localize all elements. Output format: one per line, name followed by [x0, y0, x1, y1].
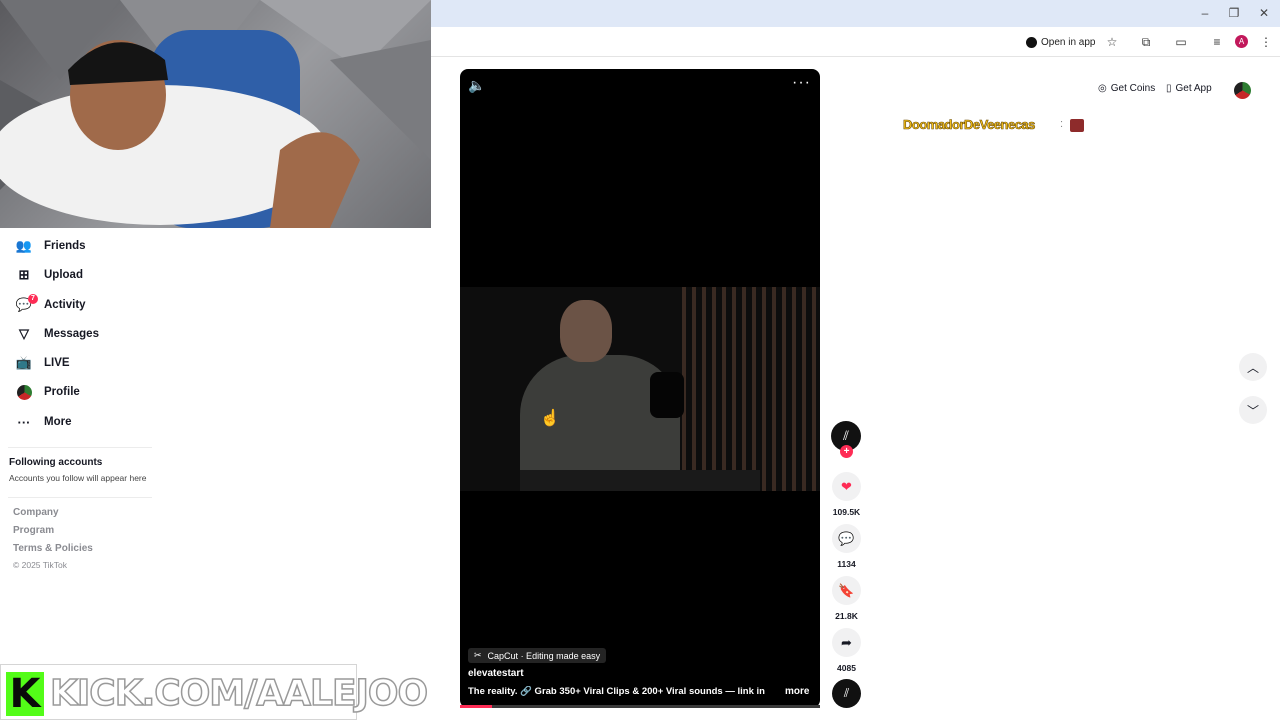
like-button[interactable]: ❤: [832, 472, 861, 501]
footer-link-program[interactable]: Program: [13, 525, 54, 536]
get-coins-button[interactable]: ◎ Get Coins: [1098, 83, 1155, 94]
phone-icon: ▯: [1166, 83, 1172, 94]
open-in-app-label: Open in app: [1041, 36, 1096, 48]
video-author[interactable]: elevatestart: [468, 668, 524, 679]
open-in-app-button[interactable]: Open in app: [1026, 34, 1096, 50]
music-disc-icon[interactable]: ⫽: [832, 679, 861, 708]
more-dots-icon: ···: [17, 414, 31, 430]
hand-cursor-icon: ☝: [540, 410, 560, 427]
sidebar-item-upload[interactable]: ⊞ Upload: [16, 264, 83, 286]
follow-plus-button[interactable]: +: [840, 445, 853, 458]
profile-avatar-icon: [16, 384, 32, 400]
kick-logo: K: [6, 672, 44, 716]
sidebar-item-label: Friends: [44, 240, 86, 252]
following-accounts-subtitle: Accounts you follow will appear here: [9, 473, 147, 483]
sidebar-item-more[interactable]: ··· More: [16, 411, 72, 433]
minimize-button[interactable]: –: [1196, 6, 1214, 20]
video-person-head: [560, 300, 612, 362]
bookmark-count: 21.8K: [835, 611, 858, 621]
get-coins-label: Get Coins: [1110, 83, 1156, 94]
bookmark-icon: 🔖: [838, 582, 855, 598]
footer-link-company[interactable]: Company: [13, 507, 59, 518]
tiktok-logo-icon: [1026, 36, 1037, 48]
sidebar-item-live[interactable]: 📺 LIVE: [16, 352, 70, 374]
heart-icon: ❤: [841, 478, 852, 494]
sidebar-item-label: Messages: [44, 328, 99, 340]
capcut-tag[interactable]: ✂ CapCut · Editing made easy: [468, 648, 607, 663]
browser-title-bar: [430, 0, 1280, 27]
share-count: 4085: [837, 663, 856, 673]
sidebar-item-label: LIVE: [44, 357, 70, 369]
comment-count: 1134: [837, 559, 856, 569]
next-video-button[interactable]: ﹀: [1239, 396, 1267, 424]
user-avatar[interactable]: [1234, 82, 1251, 99]
friends-icon: 👥: [15, 238, 33, 253]
chevron-down-icon: ﹀: [1246, 403, 1259, 418]
restore-button[interactable]: ❐: [1225, 6, 1243, 20]
bookmark-button[interactable]: 🔖: [832, 576, 861, 605]
sidebar-item-label: More: [44, 416, 72, 428]
video-desk: [520, 470, 760, 491]
webcam-overlay: [0, 0, 431, 228]
share-arrow-icon: ➦: [841, 634, 852, 650]
webcam-scene: [0, 0, 431, 228]
sidebar-item-activity[interactable]: 💬 Activity: [16, 294, 86, 316]
comment-button[interactable]: 💬: [832, 524, 861, 553]
footer-link-terms[interactable]: Terms & Policies: [13, 543, 93, 554]
extensions-icon[interactable]: ⧉: [1137, 33, 1155, 51]
like-count: 109.5K: [832, 507, 861, 517]
sidebar-item-profile[interactable]: Profile: [16, 381, 80, 403]
donor-name-overlay: DoomadorDeVeenecas: [903, 117, 1036, 133]
caption-more-button[interactable]: more: [785, 686, 809, 697]
comment-icon: 💬: [838, 530, 855, 546]
cast-icon[interactable]: ▭: [1172, 33, 1190, 51]
sidebar-item-label: Upload: [44, 269, 83, 281]
get-app-button[interactable]: ▯ Get App: [1166, 83, 1212, 94]
browser-profile-avatar[interactable]: A: [1235, 35, 1248, 48]
video-progress-track[interactable]: [460, 705, 820, 708]
video-more-options-icon[interactable]: ···: [792, 74, 811, 92]
sidebar-divider: [8, 497, 152, 498]
copyright-text: © 2025 TikTok: [13, 560, 67, 570]
share-button[interactable]: ➦: [832, 628, 861, 657]
chevron-up-icon: ︿: [1246, 360, 1259, 375]
sidebar-item-label: Activity: [44, 299, 86, 311]
upload-icon: ⊞: [18, 267, 30, 282]
activity-badge: 7: [28, 294, 38, 304]
volume-icon[interactable]: 🔈: [468, 76, 486, 94]
sidebar-divider: [8, 447, 152, 448]
video-microphone: [650, 372, 684, 418]
sidebar-item-label: Profile: [44, 386, 80, 398]
donor-separator: :: [1060, 118, 1064, 130]
live-icon: 📺: [15, 355, 33, 370]
sidebar-item-friends[interactable]: 👥 Friends: [16, 235, 86, 257]
capcut-icon: ✂: [474, 650, 482, 660]
following-accounts-title: Following accounts: [9, 457, 103, 468]
sidebar-item-messages[interactable]: ▽ Messages: [16, 323, 99, 345]
video-caption: The reality. 🔗 Grab 350+ Viral Clips & 2…: [468, 686, 768, 697]
kick-channel-text: KICK.COM/AALEJOO: [49, 672, 429, 715]
close-window-button[interactable]: ✕: [1255, 6, 1273, 20]
get-app-label: Get App: [1175, 83, 1212, 94]
browser-menu-icon[interactable]: ⋮: [1257, 33, 1275, 51]
messages-icon: ▽: [19, 326, 29, 341]
video-progress-fill: [460, 705, 492, 708]
bookmark-star-icon[interactable]: ☆: [1103, 33, 1121, 51]
donor-emote-icon: [1070, 119, 1084, 132]
capcut-label: CapCut · Editing made easy: [487, 650, 601, 661]
playlist-icon[interactable]: ≡: [1208, 33, 1226, 51]
coin-icon: ◎: [1098, 83, 1107, 94]
previous-video-button[interactable]: ︿: [1239, 353, 1267, 381]
